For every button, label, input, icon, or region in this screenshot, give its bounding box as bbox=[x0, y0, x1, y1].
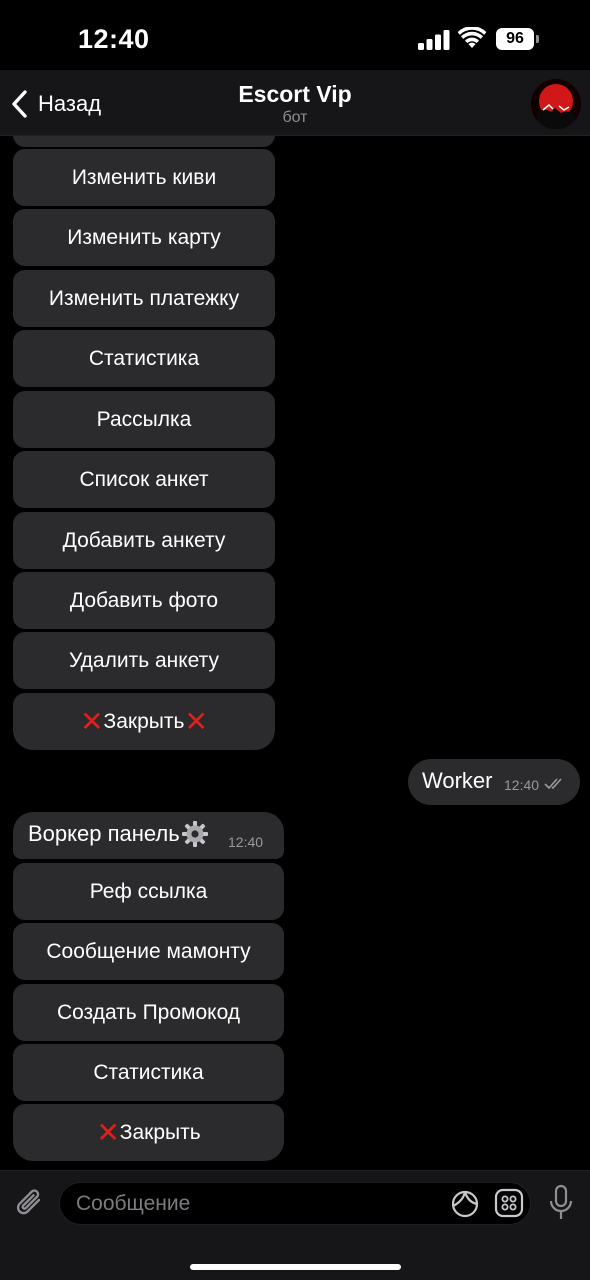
status-bar: 12:40 96 bbox=[0, 0, 590, 70]
kb-button-add-profile[interactable]: Добавить анкету bbox=[13, 512, 275, 569]
bot-menu-icon[interactable] bbox=[494, 1188, 524, 1218]
cross-mark-icon: ✕ bbox=[80, 705, 104, 737]
chat-subtitle: бот bbox=[282, 109, 308, 126]
kb-button-profile-list[interactable]: Список анкет bbox=[13, 451, 275, 508]
battery-level: 96 bbox=[496, 28, 534, 50]
kb-button-delete-profile[interactable]: Удалить анкету bbox=[13, 632, 275, 689]
status-time: 12:40 bbox=[78, 24, 150, 54]
double-check-icon bbox=[544, 778, 562, 790]
kb-button-close-label: Закрыть bbox=[119, 1120, 201, 1144]
chat-title[interactable]: Escort Vip bbox=[0, 81, 590, 108]
message-input-bar bbox=[0, 1170, 590, 1280]
message-time: 12:40 bbox=[228, 834, 264, 850]
microphone-icon[interactable] bbox=[548, 1184, 574, 1222]
kb-button-change-card[interactable]: Изменить карту bbox=[13, 209, 275, 266]
outgoing-message[interactable]: Worker 12:40 bbox=[408, 759, 580, 805]
kb-button-change-payment[interactable]: Изменить платежку bbox=[13, 270, 275, 327]
incoming-message[interactable]: Воркер панель 12:40 bbox=[13, 812, 284, 859]
home-indicator bbox=[190, 1264, 401, 1270]
bot-avatar[interactable] bbox=[531, 79, 581, 129]
kb-button-broadcast[interactable]: Рассылка bbox=[13, 391, 275, 448]
paperclip-icon[interactable] bbox=[12, 1183, 48, 1223]
message-time: 12:40 bbox=[504, 777, 540, 793]
message-input-container bbox=[59, 1182, 531, 1225]
kb-button-close[interactable]: ✕ Закрыть ✕ bbox=[13, 693, 275, 750]
battery-icon: 96 bbox=[496, 28, 540, 50]
cellular-signal-icon bbox=[418, 30, 450, 50]
kb-button-close-label: Закрыть bbox=[103, 709, 185, 733]
avatar-image bbox=[531, 79, 581, 129]
kb-button-message-mammoth[interactable]: Сообщение мамонту bbox=[13, 923, 284, 980]
kb-button-ref-link[interactable]: Реф ссылка bbox=[13, 863, 284, 920]
message-text-label: Воркер панель bbox=[28, 821, 180, 846]
sticker-icon[interactable] bbox=[450, 1189, 480, 1219]
chat-area[interactable]: Изменить киви Изменить карту Изменить пл… bbox=[0, 136, 590, 1170]
message-text: Воркер панель bbox=[28, 820, 209, 848]
kb-button-statistics[interactable]: Статистика bbox=[13, 330, 275, 387]
cross-mark-icon: ✕ bbox=[96, 1116, 120, 1148]
wifi-icon bbox=[458, 27, 486, 48]
message-bubble-partial bbox=[13, 136, 275, 147]
gear-icon bbox=[181, 821, 208, 847]
kb-button-statistics[interactable]: Статистика bbox=[13, 1044, 284, 1101]
chat-header: Назад Escort Vip бот bbox=[0, 70, 590, 136]
kb-button-change-qiwi[interactable]: Изменить киви bbox=[13, 149, 275, 206]
message-text: Worker bbox=[422, 768, 493, 793]
cross-mark-icon: ✕ bbox=[184, 705, 208, 737]
kb-button-close[interactable]: ✕ Закрыть bbox=[13, 1104, 284, 1161]
message-input[interactable] bbox=[76, 1183, 436, 1224]
kb-button-create-promo[interactable]: Создать Промокод bbox=[13, 984, 284, 1041]
kb-button-add-photo[interactable]: Добавить фото bbox=[13, 572, 275, 629]
